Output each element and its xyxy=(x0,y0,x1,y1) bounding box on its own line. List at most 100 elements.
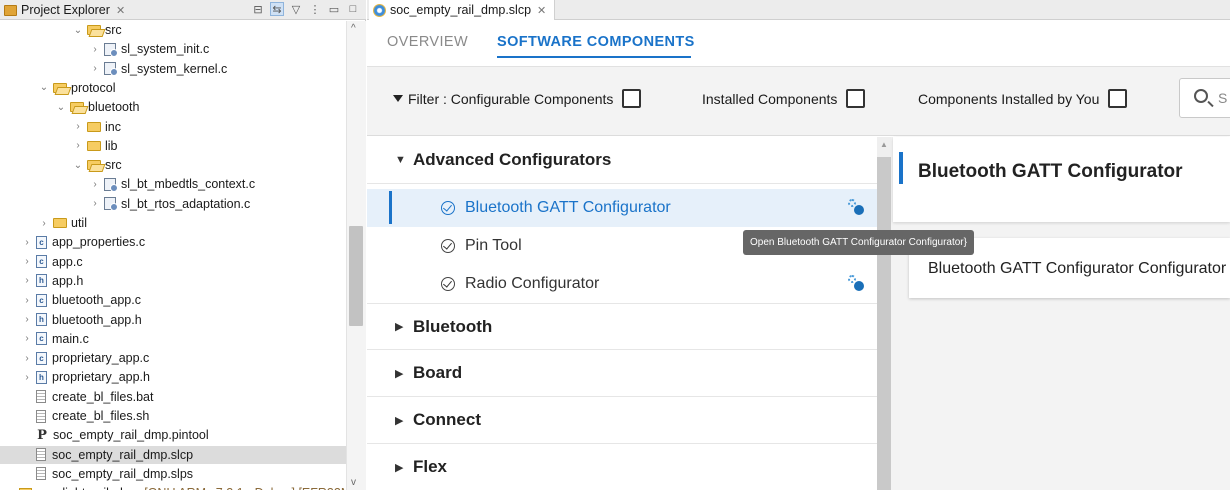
tree-item[interactable]: › c app.c xyxy=(0,253,82,271)
category-board[interactable]: ▶ Board xyxy=(367,350,877,397)
category-connect[interactable]: ▶ Connect xyxy=(367,397,877,444)
tree-item[interactable]: › sl_system_kernel.c xyxy=(0,60,227,78)
tree-item[interactable]: › c app_properties.c xyxy=(0,233,145,251)
chevron-right-icon[interactable]: › xyxy=(21,237,33,248)
tree-item-label: soc_light_rail_dmp xyxy=(36,486,140,490)
project-explorer-tab[interactable]: Project Explorer ✕ xyxy=(4,0,125,20)
link-with-editor-icon[interactable]: ⇆ xyxy=(270,2,284,16)
maximize-icon[interactable]: □ xyxy=(346,2,360,16)
tree-item[interactable]: › inc xyxy=(0,118,121,136)
chevron-right-icon[interactable]: › xyxy=(38,218,50,229)
tree-item[interactable]: › sl_bt_rtos_adaptation.c xyxy=(0,195,250,213)
tree-item[interactable]: › c proprietary_app.c xyxy=(0,349,149,367)
category-label: Flex xyxy=(413,457,448,476)
project-explorer-icon xyxy=(4,4,17,16)
project-explorer-view: Project Explorer ✕ ⊟ ⇆ ▽ ⋮ ▭ □ ⌄ src › sl_s… xyxy=(0,0,366,490)
scroll-up-icon[interactable]: ▲ xyxy=(880,140,888,149)
tree-item[interactable]: create_bl_files.bat xyxy=(0,388,153,406)
chevron-right-icon[interactable]: › xyxy=(21,333,33,344)
chevron-down-icon[interactable]: ⌄ xyxy=(72,160,84,171)
generated-c-file-icon xyxy=(104,62,118,77)
tree-item[interactable]: ⌄ bluetooth xyxy=(0,98,140,116)
generated-c-file-icon xyxy=(104,42,118,57)
chevron-right-icon[interactable]: › xyxy=(72,121,84,132)
chevron-down-icon[interactable]: ⌄ xyxy=(55,102,67,113)
chevron-right-icon[interactable]: › xyxy=(89,179,101,190)
scroll-down-icon[interactable]: v xyxy=(351,477,356,488)
tree-item[interactable]: ⌄ src xyxy=(0,21,122,39)
configure-gears-icon[interactable] xyxy=(848,199,864,215)
category-list-scrollbar[interactable]: ▲ xyxy=(877,137,891,490)
category-bluetooth[interactable]: ▶ Bluetooth xyxy=(367,303,877,350)
tree-item[interactable]: Psoc_empty_rail_dmp.pintool xyxy=(0,426,209,444)
c-file-icon: c xyxy=(36,255,47,269)
tree-item[interactable]: › h bluetooth_app.h xyxy=(0,311,141,329)
category-label: Advanced Configurators xyxy=(413,150,612,169)
category-advanced-configurators[interactable]: ▼ Advanced Configurators xyxy=(367,137,877,184)
tree-item[interactable]: › sl_system_init.c xyxy=(0,40,209,58)
chevron-right-icon[interactable]: › xyxy=(72,140,84,151)
component-radio-configurator[interactable]: Radio Configurator xyxy=(367,265,877,303)
category-flex[interactable]: ▶ Flex xyxy=(367,444,877,490)
installed-components-checkbox[interactable] xyxy=(846,89,866,108)
collapse-all-icon[interactable]: ⊟ xyxy=(251,2,265,16)
installed-by-you-checkbox[interactable] xyxy=(1108,89,1128,108)
configurable-components-checkbox[interactable] xyxy=(622,89,642,108)
component-detail-panel: Bluetooth GATT Configurator Bluetooth GA… xyxy=(891,137,1230,490)
tree-item[interactable]: ⌄ protocol xyxy=(0,79,116,97)
selection-indicator xyxy=(389,191,392,224)
chevron-right-icon[interactable]: › xyxy=(21,353,33,364)
component-title-card: Bluetooth GATT Configurator xyxy=(893,137,1230,222)
c-file-icon: c xyxy=(36,293,47,307)
tree-item[interactable]: soc_empty_rail_dmp.slps xyxy=(0,465,193,483)
minimize-icon[interactable]: ▭ xyxy=(327,2,341,16)
tree-item-label: bluetooth xyxy=(88,100,140,115)
chevron-down-icon[interactable]: ⌄ xyxy=(72,25,84,36)
chevron-down-icon[interactable]: ⌄ xyxy=(38,82,50,93)
project-tree-scrollbar[interactable]: ^ v xyxy=(346,21,366,490)
tree-item[interactable]: ⌄ src xyxy=(0,156,122,174)
close-icon[interactable]: ✕ xyxy=(116,4,125,17)
view-menu-icon[interactable]: ⋮ xyxy=(308,2,322,16)
tree-item-label: inc xyxy=(105,119,121,134)
tree-item[interactable]: › util xyxy=(0,214,87,232)
editor-tab-label: soc_empty_rail_dmp.slcp xyxy=(390,3,532,17)
header-file-icon: h xyxy=(36,370,47,384)
tree-item[interactable]: soc_empty_rail_dmp.slcp xyxy=(0,445,346,464)
chevron-right-icon[interactable]: › xyxy=(21,314,33,325)
editor-page-tabs: OVERVIEW SOFTWARE COMPONENTS xyxy=(367,20,1230,67)
scrollbar-thumb[interactable] xyxy=(349,226,363,326)
header-file-icon: h xyxy=(36,274,47,288)
tree-item[interactable]: › lib xyxy=(0,137,117,155)
scrollbar-thumb[interactable] xyxy=(877,157,891,490)
filter-icon[interactable]: ▽ xyxy=(289,2,303,16)
tree-item[interactable]: › sl_bt_mbedtls_context.c xyxy=(0,175,255,193)
chevron-right-icon[interactable]: › xyxy=(21,295,33,306)
chevron-right-icon[interactable]: › xyxy=(21,275,33,286)
tab-software-components[interactable]: SOFTWARE COMPONENTS xyxy=(497,34,695,50)
tab-overview[interactable]: OVERVIEW xyxy=(387,34,468,50)
scroll-up-icon[interactable]: ^ xyxy=(351,23,356,34)
tree-item[interactable]: › h app.h xyxy=(0,272,83,290)
tree-item[interactable]: › c main.c xyxy=(0,330,89,348)
search-input[interactable]: S xyxy=(1179,78,1230,118)
tree-item-label: soc_empty_rail_dmp.slcp xyxy=(52,447,194,462)
caret-right-icon: ▶ xyxy=(395,461,404,474)
close-icon[interactable]: ✕ xyxy=(537,4,546,17)
chevron-right-icon[interactable]: › xyxy=(89,63,101,74)
tree-item[interactable]: create_bl_files.sh xyxy=(0,407,149,425)
tree-item[interactable]: › c bluetooth_app.c xyxy=(0,291,141,309)
editor-tab[interactable]: soc_empty_rail_dmp.slcp ✕ xyxy=(369,0,556,20)
tree-item[interactable]: ⌄soc_light_rail_dmp[GNU ARM v7.2.1 - Deb… xyxy=(0,484,346,490)
component-bluetooth-gatt-configurator[interactable]: Bluetooth GATT Configurator xyxy=(367,189,877,227)
filter-configurable: Filter : Configurable Components xyxy=(393,89,642,108)
active-tab-indicator xyxy=(497,56,691,58)
tree-item[interactable]: › h proprietary_app.h xyxy=(0,368,150,386)
chevron-right-icon[interactable]: › xyxy=(21,372,33,383)
tree-item-label: sl_bt_rtos_adaptation.c xyxy=(121,196,251,211)
chevron-right-icon[interactable]: › xyxy=(89,198,101,209)
configure-gears-icon[interactable] xyxy=(848,275,864,291)
generated-c-file-icon xyxy=(104,177,118,192)
chevron-right-icon[interactable]: › xyxy=(89,44,101,55)
chevron-right-icon[interactable]: › xyxy=(21,256,33,267)
